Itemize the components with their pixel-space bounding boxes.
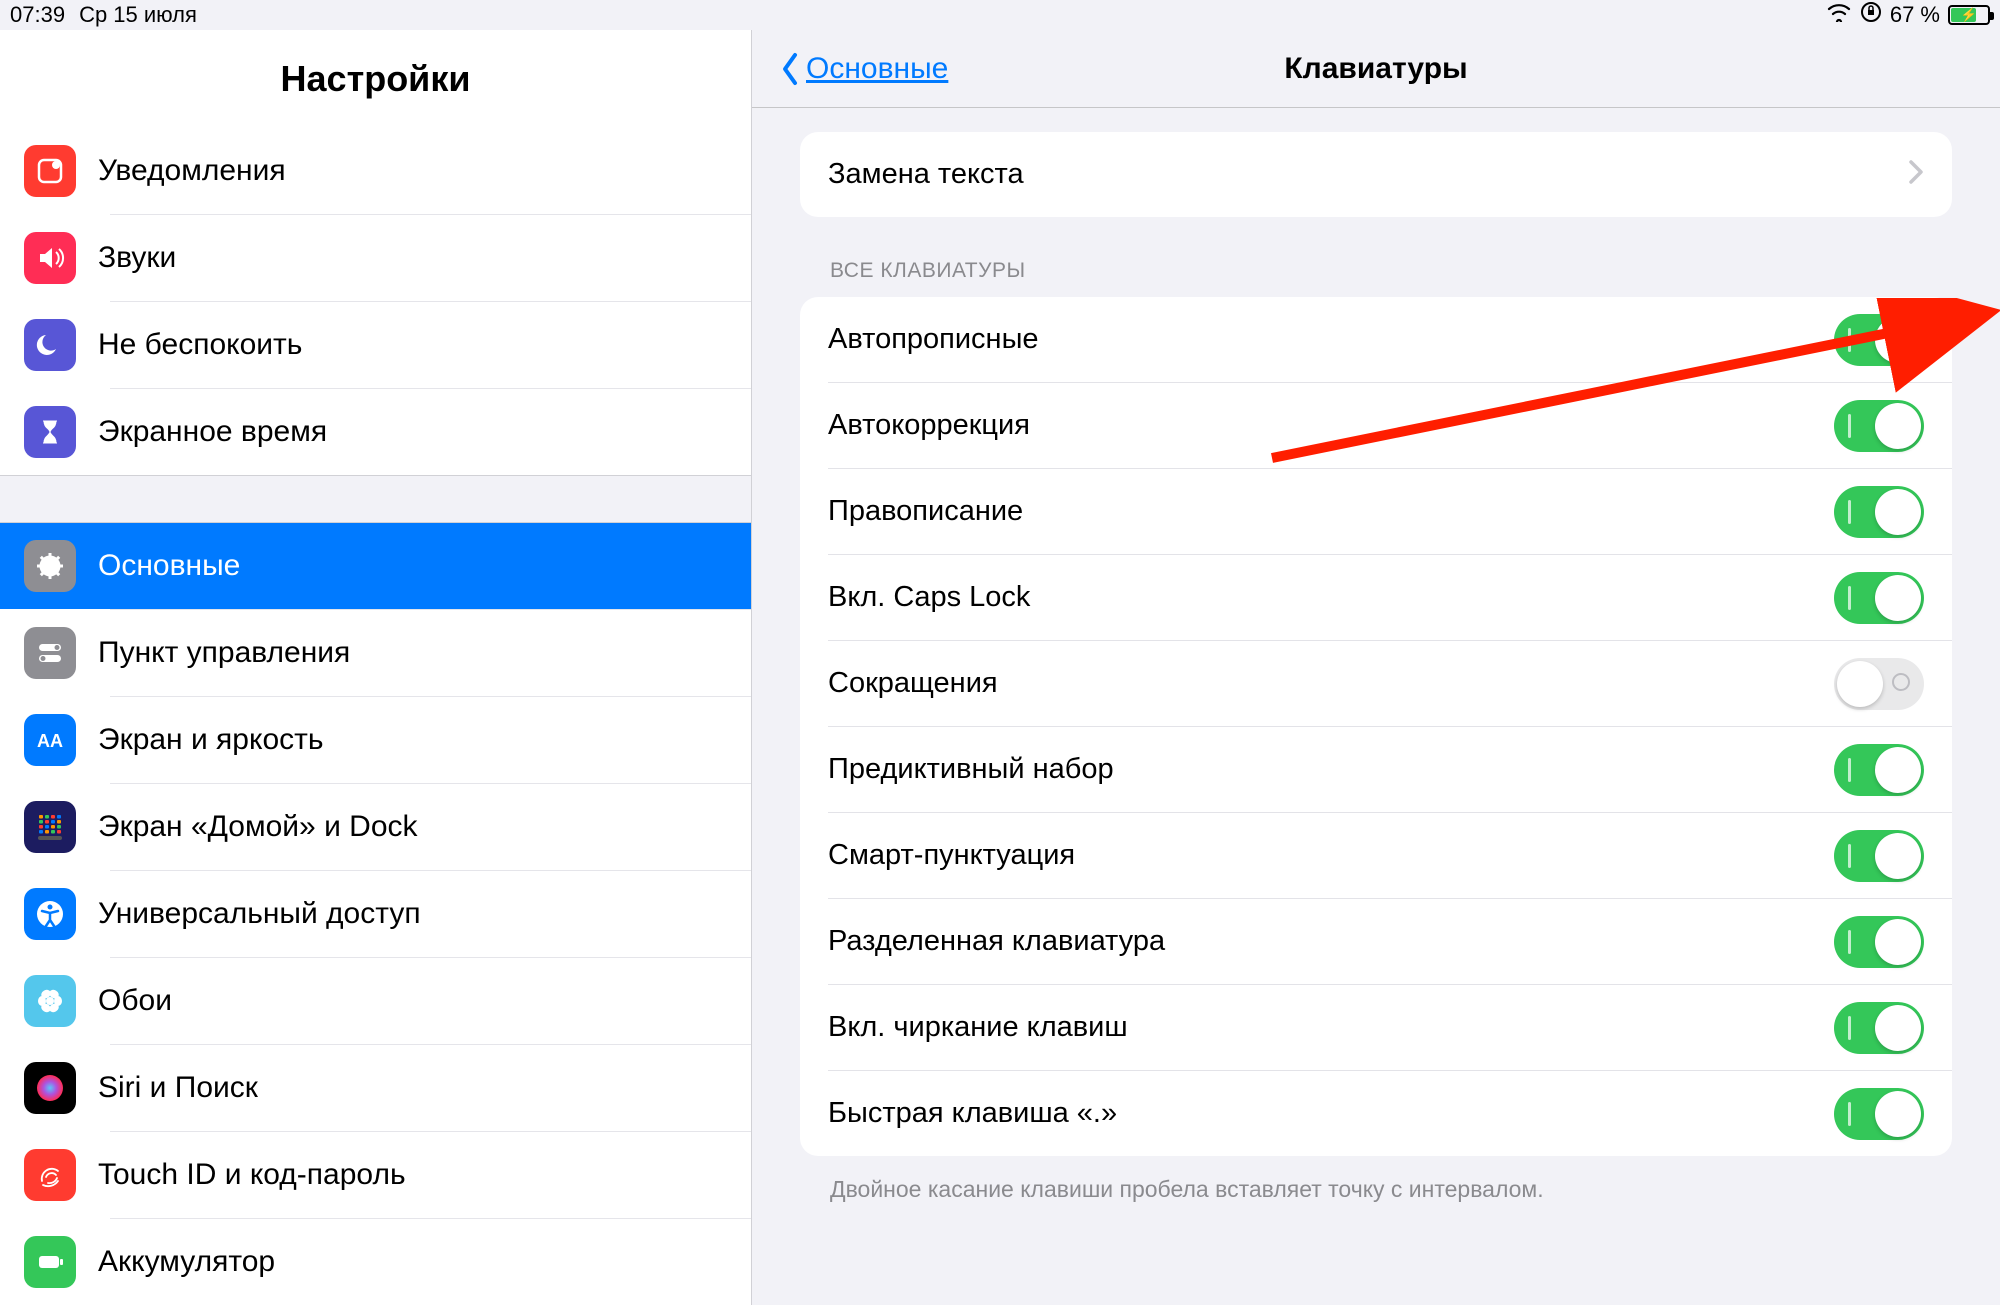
siri-icon <box>24 1062 76 1114</box>
touchid-icon <box>24 1149 76 1201</box>
switch-cell: Автопрописные <box>800 297 1952 382</box>
sidebar-item-label: Экран «Домой» и Dock <box>98 810 418 844</box>
sidebar-item-siri[interactable]: Siri и Поиск <box>0 1045 751 1131</box>
switch-cell: Вкл. Caps Lock <box>800 555 1952 640</box>
sidebar-item-aa[interactable]: AA Экран и яркость <box>0 697 751 783</box>
sidebar-item-moon[interactable]: Не беспокоить <box>0 302 751 388</box>
chevron-right-icon <box>1908 159 1924 190</box>
sidebar-item-home-grid[interactable]: Экран «Домой» и Dock <box>0 784 751 870</box>
switch-label: Вкл. чиркание клавиш <box>828 1011 1128 1044</box>
switch-cell: Смарт-пунктуация <box>800 813 1952 898</box>
back-label: Основные <box>806 52 948 86</box>
switch-label: Правописание <box>828 495 1023 528</box>
sidebar-item-label: Обои <box>98 984 172 1018</box>
toggle-switch[interactable] <box>1834 658 1924 710</box>
wifi-icon <box>1826 2 1852 28</box>
group-keyboard-switches: Автопрописные Автокоррекция Правописание Вк… <box>800 297 1952 1156</box>
toggle-switch[interactable] <box>1834 314 1924 366</box>
toggle-switch[interactable] <box>1834 916 1924 968</box>
sidebar-item-label: Не беспокоить <box>98 328 302 362</box>
home-grid-icon <box>24 801 76 853</box>
toggle-switch[interactable] <box>1834 1088 1924 1140</box>
switch-label: Автокоррекция <box>828 409 1030 442</box>
sidebar-item-label: Touch ID и код-пароль <box>98 1158 406 1192</box>
battery-pct: 67 % <box>1890 2 1940 28</box>
switch-label: Вкл. Caps Lock <box>828 581 1030 614</box>
sidebar-item-label: Звуки <box>98 241 176 275</box>
sidebar-item-label: Экран и яркость <box>98 723 324 757</box>
switch-label: Сокращения <box>828 667 998 700</box>
hourglass-icon <box>24 406 76 458</box>
detail-pane: Основные Клавиатуры Замена текста ВСЕ КЛ… <box>752 30 2000 1305</box>
flower-icon <box>24 975 76 1027</box>
sidebar-item-switches[interactable]: Пункт управления <box>0 610 751 696</box>
status-time: 07:39 <box>10 2 65 28</box>
switch-cell: Правописание <box>800 469 1952 554</box>
orientation-lock-icon <box>1860 1 1882 29</box>
toggle-switch[interactable] <box>1834 744 1924 796</box>
sidebar-item-label: Siri и Поиск <box>98 1071 258 1105</box>
cell-text-replacement[interactable]: Замена текста <box>800 132 1952 217</box>
settings-sidebar: Настройки Уведомления Звуки Не беспокоить Э… <box>0 30 752 1305</box>
battery-icon: ⚡ <box>1948 5 1990 25</box>
toggle-switch[interactable] <box>1834 830 1924 882</box>
sidebar-item-label: Экранное время <box>98 415 327 449</box>
sidebar-item-red-square[interactable]: Уведомления <box>0 128 751 214</box>
switch-label: Смарт-пунктуация <box>828 839 1075 872</box>
footer-note: Двойное касание клавиши пробела вставляе… <box>800 1156 1952 1223</box>
moon-icon <box>24 319 76 371</box>
sidebar-item-label: Уведомления <box>98 154 286 188</box>
back-button[interactable]: Основные <box>780 52 948 86</box>
gear-icon <box>24 540 76 592</box>
toggle-switch[interactable] <box>1834 486 1924 538</box>
switch-cell: Предиктивный набор <box>800 727 1952 812</box>
nav-bar: Основные Клавиатуры <box>752 30 2000 108</box>
group-header-all-keyboards: ВСЕ КЛАВИАТУРЫ <box>800 217 1952 297</box>
sidebar-item-accessibility[interactable]: Универсальный доступ <box>0 871 751 957</box>
sidebar-item-hourglass[interactable]: Экранное время <box>0 389 751 475</box>
sidebar-item-label: Основные <box>98 549 240 583</box>
switch-cell: Разделенная клавиатура <box>800 899 1952 984</box>
sidebar-item-flower[interactable]: Обои <box>0 958 751 1044</box>
toggle-switch[interactable] <box>1834 400 1924 452</box>
chevron-left-icon <box>780 52 800 86</box>
switch-label: Автопрописные <box>828 323 1039 356</box>
sidebar-item-touchid[interactable]: Touch ID и код-пароль <box>0 1132 751 1218</box>
switch-label: Быстрая клавиша «.» <box>828 1097 1117 1130</box>
pink-sound-icon <box>24 232 76 284</box>
battery-icon <box>24 1236 76 1288</box>
sidebar-item-battery[interactable]: Аккумулятор <box>0 1219 751 1305</box>
switch-cell: Сокращения <box>800 641 1952 726</box>
sidebar-item-label: Пункт управления <box>98 636 350 670</box>
sidebar-item-pink-sound[interactable]: Звуки <box>0 215 751 301</box>
switch-label: Предиктивный набор <box>828 753 1114 786</box>
switch-cell: Автокоррекция <box>800 383 1952 468</box>
switch-cell: Быстрая клавиша «.» <box>800 1071 1952 1156</box>
switch-label: Разделенная клавиатура <box>828 925 1165 958</box>
aa-icon: AA <box>24 714 76 766</box>
svg-text:AA: AA <box>37 731 63 751</box>
cell-label: Замена текста <box>828 158 1024 191</box>
status-bar: 07:39 Ср 15 июля 67 % ⚡ <box>0 0 2000 30</box>
toggle-switch[interactable] <box>1834 1002 1924 1054</box>
red-square-icon <box>24 145 76 197</box>
switches-icon <box>24 627 76 679</box>
status-date: Ср 15 июля <box>79 2 197 28</box>
sidebar-item-label: Аккумулятор <box>98 1245 275 1279</box>
accessibility-icon <box>24 888 76 940</box>
group-text-replacement: Замена текста <box>800 132 1952 217</box>
toggle-switch[interactable] <box>1834 572 1924 624</box>
sidebar-title: Настройки <box>0 30 751 128</box>
switch-cell: Вкл. чиркание клавиш <box>800 985 1952 1070</box>
sidebar-item-label: Универсальный доступ <box>98 897 421 931</box>
sidebar-item-gear[interactable]: Основные <box>0 523 751 609</box>
